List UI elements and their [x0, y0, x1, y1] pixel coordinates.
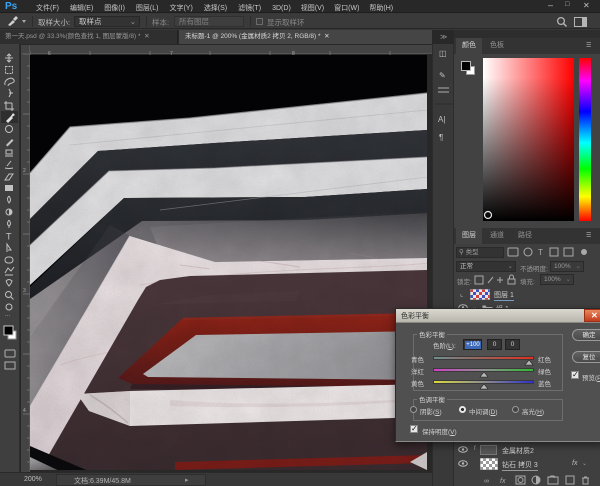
svg-text:A|: A|: [438, 115, 445, 124]
svg-text:fx: fx: [500, 478, 506, 485]
svg-text:2: 2: [23, 168, 26, 174]
svg-text:...: ...: [5, 312, 10, 318]
svg-text:T: T: [538, 248, 543, 257]
svg-text:4: 4: [23, 408, 26, 414]
svg-text:¶: ¶: [439, 133, 443, 142]
svg-text:✎: ✎: [439, 71, 446, 80]
svg-text:∞: ∞: [484, 478, 489, 485]
svg-text:3: 3: [23, 288, 26, 294]
svg-text:◫: ◫: [439, 49, 447, 58]
svg-text:T: T: [6, 232, 12, 242]
